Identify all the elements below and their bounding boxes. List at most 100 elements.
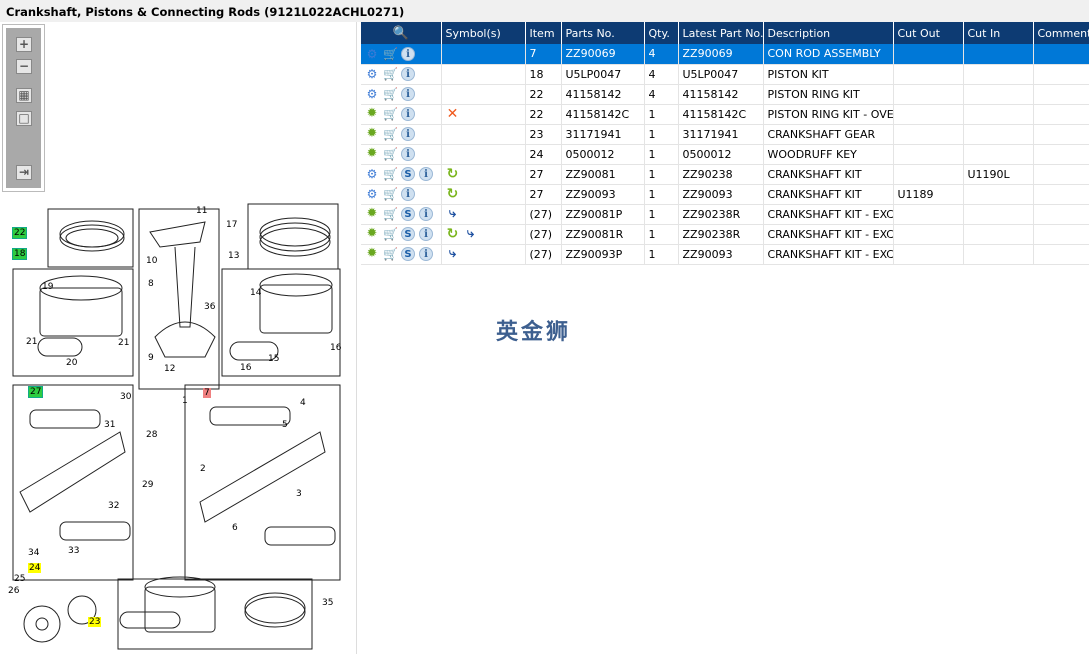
table-row[interactable]: ⚙ 🛒 i ↻ 27 ZZ90093 1 ZZ90093 CRANKSHAFT KIT U1189 <box>361 184 1089 205</box>
part-gear-icon[interactable]: ✹ <box>365 227 379 241</box>
callout-5[interactable]: 5 <box>282 420 288 430</box>
info-icon[interactable]: i <box>401 107 415 121</box>
callout-28[interactable]: 28 <box>146 430 157 440</box>
assembly-gears-icon[interactable]: ⚙ <box>365 87 379 101</box>
column-header[interactable]: Description <box>763 22 894 44</box>
column-header[interactable]: Item <box>525 22 562 44</box>
info-icon[interactable]: i <box>401 187 415 201</box>
column-header[interactable]: Qty. <box>644 22 679 44</box>
part-gear-icon[interactable]: ✹ <box>365 247 379 261</box>
callout-14[interactable]: 14 <box>250 288 261 298</box>
callout-24[interactable]: 24 <box>28 563 42 573</box>
column-header[interactable]: Cut Out <box>893 22 964 44</box>
callout-31[interactable]: 31 <box>104 420 115 430</box>
s-badge-icon[interactable]: S <box>401 167 415 181</box>
callout-30[interactable]: 30 <box>120 392 131 402</box>
callout-3[interactable]: 3 <box>296 489 302 499</box>
table-row[interactable]: ✹ 🛒 i ✕ 22 41158142C 1 41158142C PISTON RING KIT… <box>361 104 1089 125</box>
s-badge-icon[interactable]: S <box>401 207 415 221</box>
cart-icon[interactable]: 🛒 <box>383 127 398 141</box>
info-icon[interactable]: i <box>401 87 415 101</box>
callout-33[interactable]: 33 <box>68 546 79 556</box>
callout-23[interactable]: 23 <box>88 617 102 627</box>
callout-25[interactable]: 25 <box>14 574 25 584</box>
exploded-parts-diagram[interactable] <box>0 192 357 654</box>
info-icon[interactable]: i <box>401 127 415 141</box>
column-header[interactable]: Symbol(s) <box>441 22 526 44</box>
cart-icon[interactable]: 🛒 <box>383 207 398 221</box>
column-header-search[interactable]: 🔍 <box>361 22 442 44</box>
column-header[interactable]: Latest Part No. <box>678 22 764 44</box>
actual-size-button[interactable]: □ <box>16 111 32 126</box>
table-row[interactable]: ✹ 🛒 Si ↻ ⤷ (27) ZZ90081R 1 ZZ90238R CRANKSHAFT KI… <box>361 224 1089 245</box>
branch-replacement-icon[interactable]: ⤷ <box>464 227 478 241</box>
callout-4[interactable]: 4 <box>300 398 306 408</box>
callout-35[interactable]: 35 <box>322 598 333 608</box>
cross-icon[interactable]: ✕ <box>446 107 460 121</box>
cart-icon[interactable]: 🛒 <box>383 87 398 101</box>
callout-26[interactable]: 26 <box>8 586 19 596</box>
callout-6[interactable]: 6 <box>232 523 238 533</box>
callout-19[interactable]: 19 <box>42 282 53 292</box>
callout-1[interactable]: 1 <box>182 396 188 406</box>
callout-34[interactable]: 34 <box>28 548 39 558</box>
callout-12[interactable]: 12 <box>164 364 175 374</box>
search-icon[interactable]: 🔍 <box>393 26 409 41</box>
info-icon[interactable]: i <box>419 227 433 241</box>
callout-21b[interactable]: 21 <box>118 338 129 348</box>
table-row[interactable]: ✹ 🛒 i 24 0500012 1 0500012 WOODRUFF KEY <box>361 144 1089 165</box>
cart-icon[interactable]: 🛒 <box>383 47 398 61</box>
column-header[interactable]: Cut In <box>963 22 1034 44</box>
column-header[interactable]: Comment <box>1033 22 1089 44</box>
zoom-in-button[interactable]: + <box>16 37 32 52</box>
cart-icon[interactable]: 🛒 <box>383 167 398 181</box>
fit-view-button[interactable]: ▦ <box>16 88 32 103</box>
table-row[interactable]: ⚙ 🛒 i 18 U5LP0047 4 U5LP0047 PISTON KIT <box>361 64 1089 85</box>
cart-icon[interactable]: 🛒 <box>383 67 398 81</box>
table-row[interactable]: ⚙ 🛒 Si ↻ 27 ZZ90081 1 ZZ90238 CRANKSHAFT KIT U119… <box>361 164 1089 185</box>
callout-16[interactable]: 16 <box>330 343 341 353</box>
cart-icon[interactable]: 🛒 <box>383 247 398 261</box>
part-gear-icon[interactable]: ✹ <box>365 207 379 221</box>
part-gear-icon[interactable]: ✹ <box>365 147 379 161</box>
info-icon[interactable]: i <box>419 247 433 261</box>
info-icon[interactable]: i <box>401 67 415 81</box>
export-button[interactable]: ⇥ <box>16 165 32 180</box>
callout-8[interactable]: 8 <box>148 279 154 289</box>
callout-2[interactable]: 2 <box>200 464 206 474</box>
diagram-panel[interactable]: + − ▦ □ ⇥ 22 18 19 21 20 21 11 10 8 36 9… <box>0 22 357 654</box>
supersession-cycle-icon[interactable]: ↻ <box>446 167 460 181</box>
callout-16b[interactable]: 16 <box>240 363 251 373</box>
callout-11[interactable]: 11 <box>196 206 207 216</box>
callout-32[interactable]: 32 <box>108 501 119 511</box>
callout-15[interactable]: 15 <box>268 354 279 364</box>
callout-9[interactable]: 9 <box>148 353 154 363</box>
info-icon[interactable]: i <box>419 167 433 181</box>
table-row[interactable]: ✹ 🛒 Si ⤷ (27) ZZ90081P 1 ZZ90238R CRANKSHAFT KIT… <box>361 204 1089 225</box>
callout-7[interactable]: 7 <box>203 388 211 398</box>
cart-icon[interactable]: 🛒 <box>383 107 398 121</box>
cart-icon[interactable]: 🛒 <box>383 187 398 201</box>
table-row[interactable]: ⚙ 🛒 i 22 41158142 4 41158142 PISTON RING KIT <box>361 84 1089 105</box>
table-row[interactable]: ✹ 🛒 Si ⤷ (27) ZZ90093P 1 ZZ90093 CRANKSHAFT KIT … <box>361 244 1089 265</box>
callout-17[interactable]: 17 <box>226 220 237 230</box>
branch-replacement-icon[interactable]: ⤷ <box>446 207 460 221</box>
supersession-cycle-icon[interactable]: ↻ <box>446 227 460 241</box>
assembly-gears-icon[interactable]: ⚙ <box>365 67 379 81</box>
info-icon[interactable]: i <box>419 207 433 221</box>
table-row[interactable]: ⚙ 🛒 i 7 ZZ90069 4 ZZ90069 CON ROD ASSEMBLY <box>361 44 1089 65</box>
callout-18[interactable]: 18 <box>12 248 28 260</box>
cart-icon[interactable]: 🛒 <box>383 147 398 161</box>
part-gear-icon[interactable]: ✹ <box>365 127 379 141</box>
callout-10[interactable]: 10 <box>146 256 157 266</box>
table-row[interactable]: ✹ 🛒 i 23 31171941 1 31171941 CRANKSHAFT GEAR <box>361 124 1089 145</box>
callout-21[interactable]: 21 <box>26 337 37 347</box>
callout-20[interactable]: 20 <box>66 358 77 368</box>
assembly-gears-icon[interactable]: ⚙ <box>365 187 379 201</box>
callout-22[interactable]: 22 <box>12 227 28 239</box>
assembly-gears-icon[interactable]: ⚙ <box>365 167 379 181</box>
info-icon[interactable]: i <box>401 147 415 161</box>
s-badge-icon[interactable]: S <box>401 227 415 241</box>
callout-36[interactable]: 36 <box>204 302 215 312</box>
zoom-out-button[interactable]: − <box>16 59 32 74</box>
